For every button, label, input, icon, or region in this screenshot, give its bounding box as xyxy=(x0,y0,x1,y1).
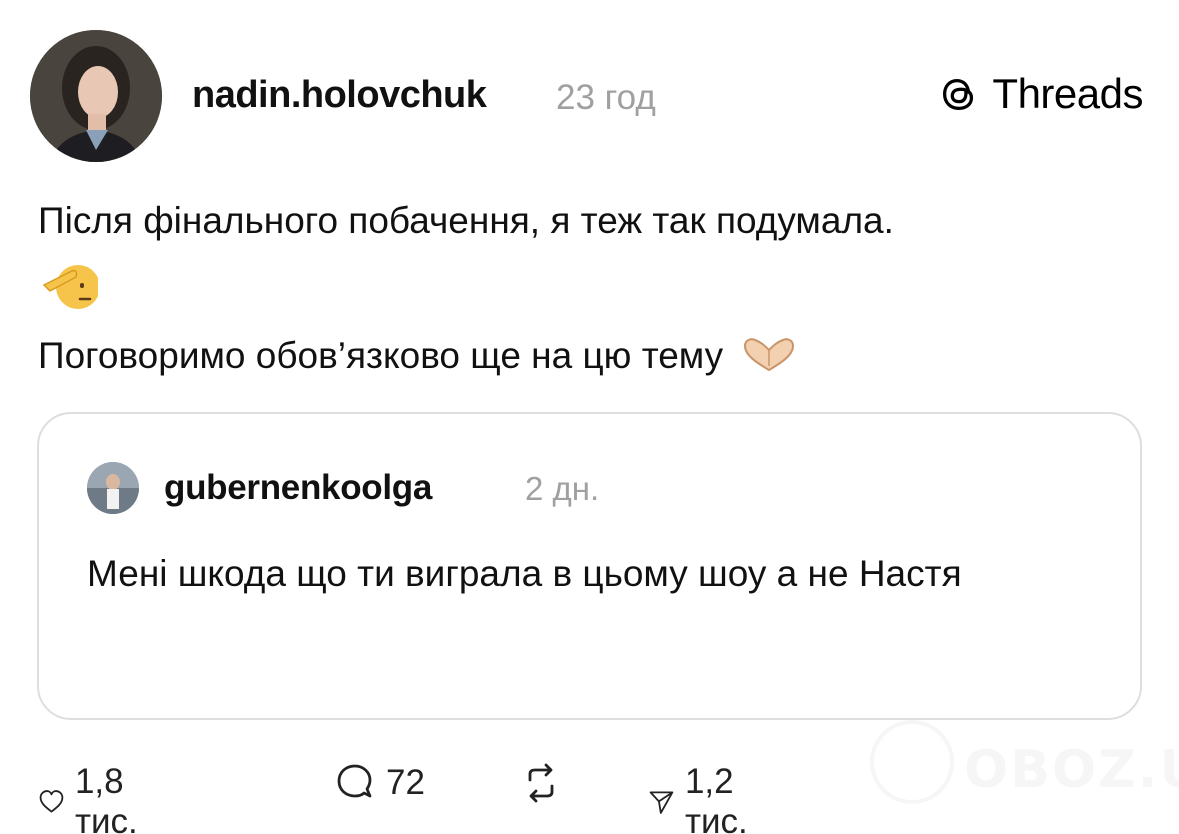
threads-brand: Threads xyxy=(936,70,1143,118)
heart-hands-emoji-icon xyxy=(744,338,795,372)
quoted-author-username[interactable]: gubernenkoolga xyxy=(164,468,432,508)
share-button[interactable]: 1,2 тис. xyxy=(648,762,763,834)
author-avatar[interactable] xyxy=(30,30,162,162)
brand-name: Threads xyxy=(992,70,1143,117)
post-text-line2-content: Поговоримо обов’язково ще на цю тему xyxy=(38,335,724,376)
repost-icon xyxy=(528,763,554,803)
repost-button[interactable] xyxy=(520,762,562,804)
watermark-globe-icon xyxy=(870,720,954,804)
post-text-line1: Після фінального побачення, я теж так по… xyxy=(38,200,894,241)
share-count: 1,2 тис. xyxy=(684,762,748,834)
author-username[interactable]: nadin.holovchuk xyxy=(192,74,487,117)
like-count: 1,8 тис. xyxy=(74,762,138,834)
reply-button[interactable]: 72 xyxy=(334,762,425,804)
post-text-line2: Поговоримо обов’язково ще на цю тему xyxy=(38,335,797,377)
like-button[interactable]: 1,8 тис. xyxy=(38,762,153,834)
quoted-post-time: 2 дн. xyxy=(525,470,600,507)
quoted-author-avatar[interactable] xyxy=(87,462,139,514)
comment-icon xyxy=(337,764,372,798)
post-time: 23 год xyxy=(556,78,656,117)
send-icon xyxy=(649,791,674,814)
watermark-text: OBOZ.UA xyxy=(964,740,1179,800)
quoted-post-text: Мені шкода що ти виграла в цьому шоу а н… xyxy=(87,553,962,594)
heart-icon xyxy=(39,790,64,813)
saluting-face-emoji-icon xyxy=(42,265,98,309)
reply-count: 72 xyxy=(386,763,425,802)
watermark: OBOZ.UA xyxy=(862,720,1179,820)
threads-logo-icon xyxy=(943,78,974,111)
quoted-post-card[interactable]: gubernenkoolga 2 дн. Мені шкода що ти ви… xyxy=(37,412,1142,720)
